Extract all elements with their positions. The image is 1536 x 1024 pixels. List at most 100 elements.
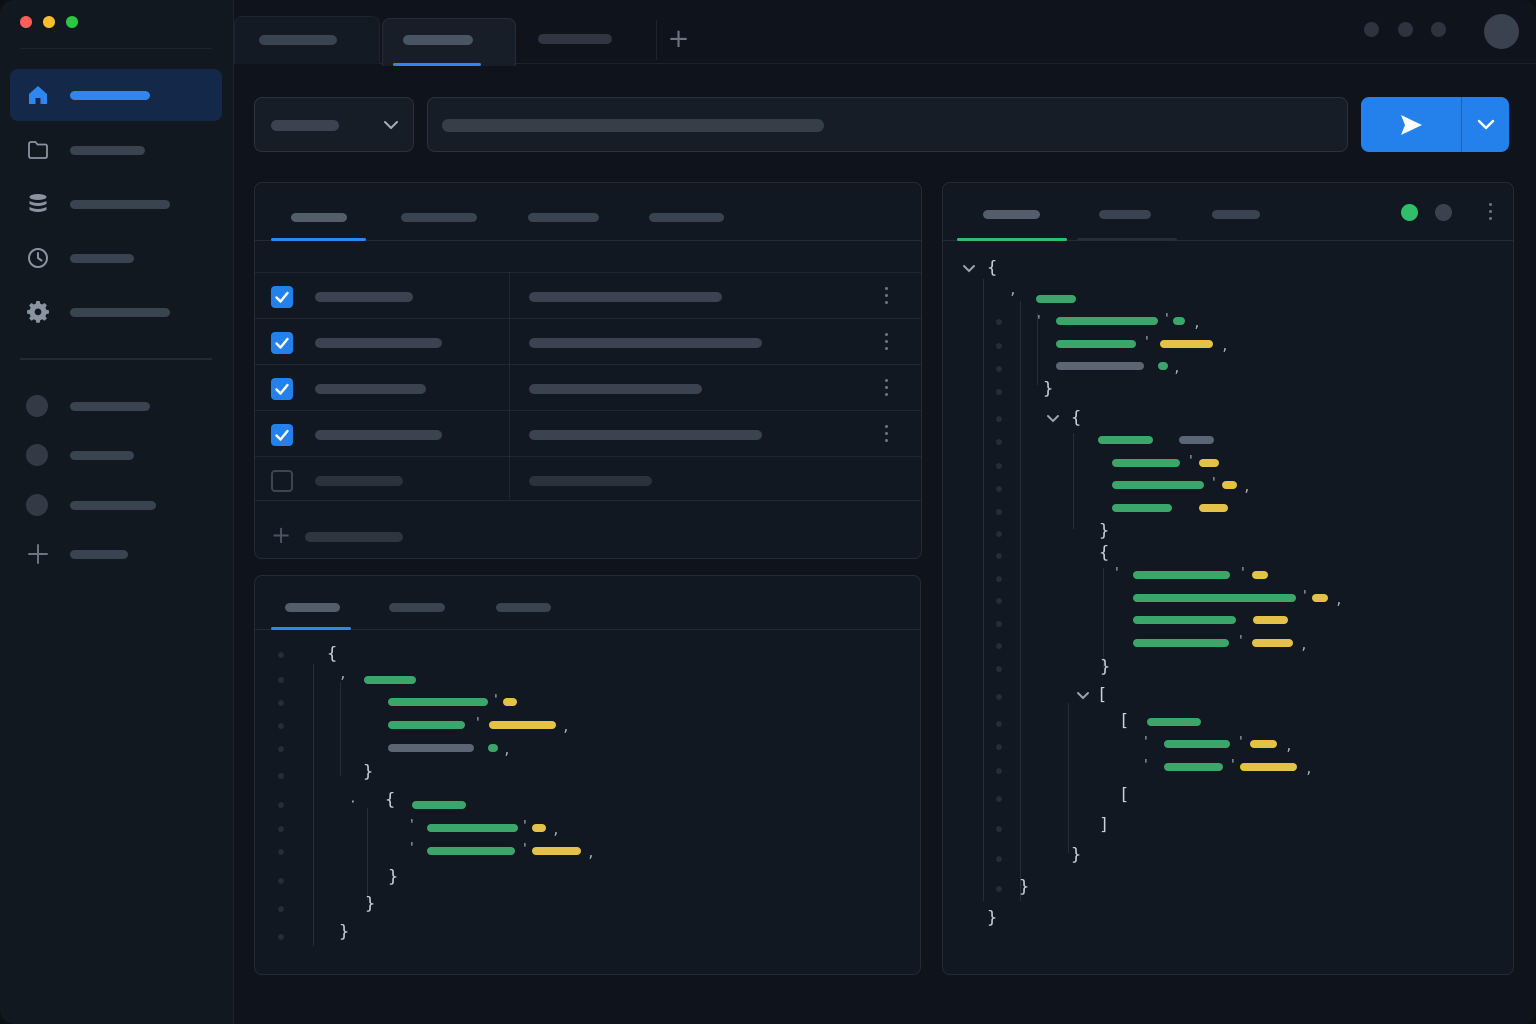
chevron-down-icon[interactable] [1046,414,1060,424]
avatar-dot-icon [26,395,48,417]
row-checkbox[interactable] [271,378,293,400]
param-key[interactable] [315,476,403,486]
line-marker [996,576,1002,582]
param-key[interactable] [315,292,413,302]
database-icon [26,192,50,216]
bracket-open: [ [1119,711,1130,731]
punct: , [1305,762,1313,777]
request-body-editor[interactable]: { , ' ' , , } · { ' ' , ' ' ,}}} [255,576,920,974]
table-row[interactable] [255,456,921,502]
tab-request-2[interactable] [382,18,516,66]
window-option-icon[interactable] [1431,22,1446,37]
sidebar-item-collections[interactable] [10,124,222,176]
active-tab-indicator [393,63,481,66]
sidebar-item-home[interactable] [10,69,222,121]
tab-body[interactable] [649,213,724,222]
param-key[interactable] [315,430,442,440]
row-checkbox[interactable] [271,286,293,308]
line-marker [996,744,1002,750]
send-button[interactable] [1361,97,1461,152]
json-value [532,824,546,832]
param-key[interactable] [315,384,426,394]
param-value[interactable] [529,430,762,440]
close-window-button[interactable] [20,16,32,28]
line-marker [996,486,1002,492]
param-value[interactable] [529,476,652,486]
sidebar-divider [20,358,212,360]
punct: ' [1142,735,1150,750]
json-key [1056,340,1136,348]
response-panel: { , ' ' , ' , , } { ' ' ,} {' ' ' , ' … [942,182,1514,975]
sidebar-item-settings[interactable] [10,286,222,338]
tab-request-3[interactable] [518,16,652,64]
response-body-viewer[interactable]: { , ' ' , ' , , } { ' ' ,} {' ' ' , ' … [943,183,1513,974]
json-key [388,744,474,752]
punct: ' [1035,314,1043,329]
brace-open: { [385,790,396,810]
json-value [1250,740,1277,748]
sidebar-collection-item[interactable] [10,479,222,531]
add-row-button[interactable] [305,532,403,542]
sidebar-item-history[interactable] [10,232,222,284]
chevron-down-icon[interactable] [1076,691,1090,701]
new-tab-button[interactable]: + [656,20,700,60]
brace-close: } [1071,845,1082,865]
method-select[interactable] [254,97,414,152]
row-menu-icon[interactable] [881,425,891,445]
tab-headers[interactable] [401,213,477,222]
param-value[interactable] [529,292,722,302]
url-input[interactable] [427,97,1348,152]
json-key [1112,481,1204,489]
window-option-icon[interactable] [1364,22,1379,37]
table-row[interactable] [255,272,921,318]
punct: ' [1229,758,1237,773]
param-value[interactable] [529,384,702,394]
json-value [488,744,498,752]
json-value [1252,571,1268,579]
json-key [1112,504,1172,512]
json-key [1164,740,1230,748]
tab-params[interactable] [291,213,347,222]
minimize-window-button[interactable] [43,16,55,28]
indent-guide [340,682,341,776]
row-menu-icon[interactable] [881,379,891,399]
plus-icon: + [667,24,690,54]
zoom-window-button[interactable] [66,16,78,28]
row-checkbox[interactable] [271,332,293,354]
table-row[interactable] [255,318,921,364]
sidebar-collection-item[interactable] [10,429,222,481]
chevron-down-icon[interactable] [962,264,976,274]
check-icon [275,291,289,303]
window-option-icon[interactable] [1398,22,1413,37]
add-row-plus-icon[interactable]: + [271,523,291,547]
table-divider [255,500,921,501]
punct: , [1300,638,1308,653]
param-value[interactable] [529,338,762,348]
sidebar-add-button[interactable] [10,528,222,580]
tab-auth[interactable] [528,213,599,222]
row-checkbox[interactable] [271,424,293,446]
row-checkbox[interactable] [271,470,293,492]
param-key[interactable] [315,338,442,348]
sidebar-item-environments[interactable] [10,178,222,230]
json-key [1056,362,1144,370]
avatar-dot-icon [26,444,48,466]
brace-close: } [1099,521,1110,541]
sidebar-item-label [70,90,150,100]
send-options-button[interactable] [1461,97,1509,152]
line-marker [278,878,284,884]
tab-request-1[interactable] [234,16,380,64]
line-marker [996,796,1002,802]
json-key [1056,317,1158,325]
user-avatar[interactable] [1484,14,1519,49]
row-menu-icon[interactable] [881,287,891,307]
line-marker [278,700,284,706]
table-row[interactable] [255,410,921,456]
sidebar-collection-item[interactable] [10,380,222,432]
gear-icon [26,300,50,324]
indent-guide [1073,433,1074,529]
json-value [1199,504,1228,512]
table-row[interactable] [255,364,921,410]
row-menu-icon[interactable] [881,333,891,353]
json-value [1252,639,1293,647]
